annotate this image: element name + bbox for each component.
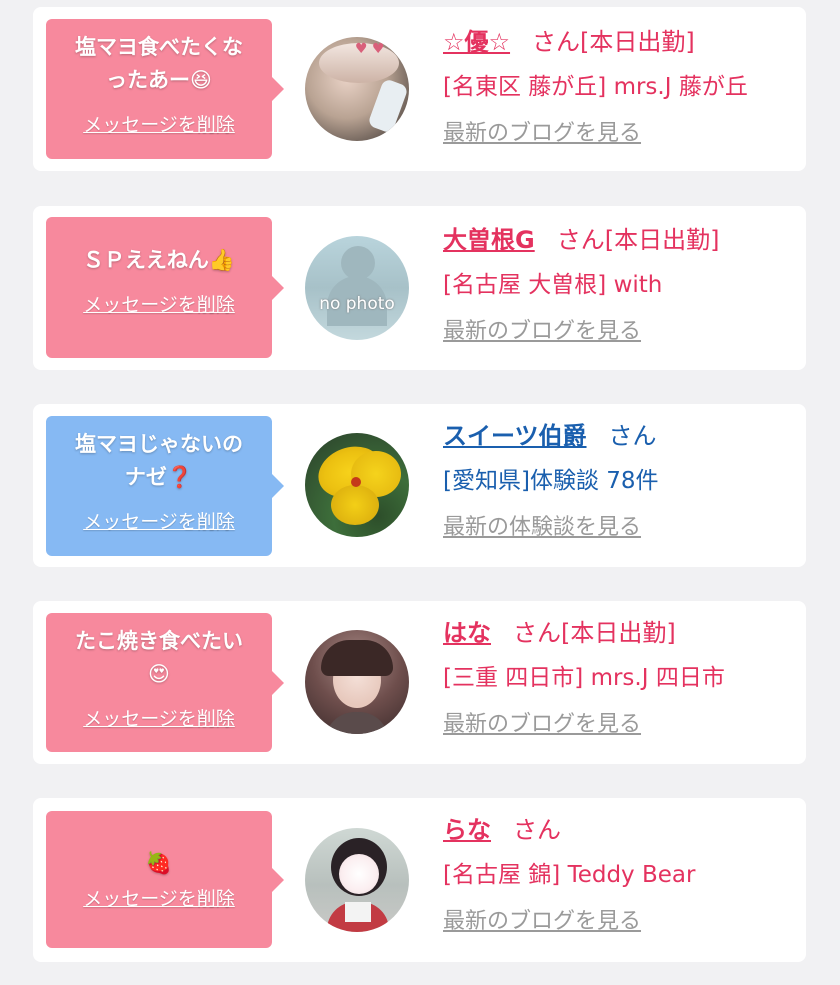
delete-message-link[interactable]: メッセージを削除 [46, 507, 272, 534]
message-text: ＳＰええねん👍 [82, 248, 236, 272]
latest-blog-link[interactable]: 最新のブログを見る [443, 115, 798, 147]
delete-message-link[interactable]: メッセージを削除 [46, 884, 272, 911]
cast-name-link[interactable]: らな [443, 816, 491, 844]
cast-name-link[interactable]: 大曽根G [443, 226, 535, 254]
message-text: 塩マヨじゃないの ナゼ❓ [75, 432, 243, 489]
avatar[interactable]: no photo [305, 236, 409, 340]
message-bubble: ＳＰええねん👍 メッセージを削除 [46, 217, 284, 358]
latest-review-link[interactable]: 最新の体験談を見る [443, 509, 798, 541]
cast-name-link[interactable]: ☆優☆ [443, 28, 510, 56]
shop-detail: [名古屋 大曽根] with [443, 272, 663, 298]
message-bubble: 塩マヨ食べたくな ったあー😆 メッセージを削除 [46, 19, 284, 159]
cast-name-link[interactable]: はな [443, 619, 491, 647]
shop-detail: [三重 四日市] mrs.J 四日市 [443, 665, 725, 691]
delete-message-link[interactable]: メッセージを削除 [46, 290, 272, 317]
message-card: 塩マヨ食べたくな ったあー😆 メッセージを削除 ♥ ♥ ☆優☆ さん[本日出勤] … [33, 7, 806, 171]
message-bubble: たこ焼き食べたい 😍 メッセージを削除 [46, 613, 284, 752]
cast-name-link[interactable]: スイーツ伯爵 [443, 422, 587, 450]
status-badge: [本日出勤] [604, 226, 720, 254]
cast-info: ☆優☆ さん[本日出勤] [名東区 藤が丘] mrs.J 藤が丘 最新のブログを見… [443, 25, 798, 147]
avatar[interactable] [305, 828, 409, 932]
message-text: たこ焼き食べたい 😍 [75, 629, 243, 686]
status-badge: [本日出勤] [580, 28, 695, 56]
message-bubble: 塩マヨじゃないの ナゼ❓ メッセージを削除 [46, 416, 284, 556]
message-card: 塩マヨじゃないの ナゼ❓ メッセージを削除 スイーツ伯爵 さん [愛知県]体験談 … [33, 404, 806, 567]
message-text: 🍓 [145, 851, 173, 875]
cast-info: はな さん[本日出勤] [三重 四日市] mrs.J 四日市 最新のブログを見る [443, 616, 798, 738]
cast-info: 大曽根G さん[本日出勤] [名古屋 大曽根] with 最新のブログを見る [443, 223, 798, 345]
shop-detail: [名古屋 錦] Teddy Bear [443, 862, 696, 888]
status-badge: [本日出勤] [561, 619, 676, 647]
shop-detail: [名東区 藤が丘] mrs.J 藤が丘 [443, 74, 748, 100]
message-bubble: 🍓 メッセージを削除 [46, 811, 284, 948]
message-text: 塩マヨ食べたくな ったあー😆 [75, 35, 243, 92]
delete-message-link[interactable]: メッセージを削除 [46, 704, 272, 731]
cast-info: スイーツ伯爵 さん [愛知県]体験談 78件 最新の体験談を見る [443, 419, 798, 541]
no-photo-label: no photo [319, 294, 395, 314]
avatar[interactable] [305, 630, 409, 734]
cast-info: らな さん [名古屋 錦] Teddy Bear 最新のブログを見る [443, 813, 798, 935]
latest-blog-link[interactable]: 最新のブログを見る [443, 706, 798, 738]
avatar[interactable] [305, 433, 409, 537]
delete-message-link[interactable]: メッセージを削除 [46, 110, 272, 137]
message-card: 🍓 メッセージを削除 らな さん [名古屋 錦] Teddy Bear 最新のブロ… [33, 798, 806, 962]
review-count: [愛知県]体験談 78件 [443, 468, 659, 494]
latest-blog-link[interactable]: 最新のブログを見る [443, 313, 798, 345]
message-card: たこ焼き食べたい 😍 メッセージを削除 はな さん[本日出勤] [三重 四日市] … [33, 601, 806, 764]
message-card: ＳＰええねん👍 メッセージを削除 no photo 大曽根G さん[本日出勤] [… [33, 206, 806, 370]
avatar[interactable]: ♥ ♥ [305, 37, 409, 141]
latest-blog-link[interactable]: 最新のブログを見る [443, 903, 798, 935]
